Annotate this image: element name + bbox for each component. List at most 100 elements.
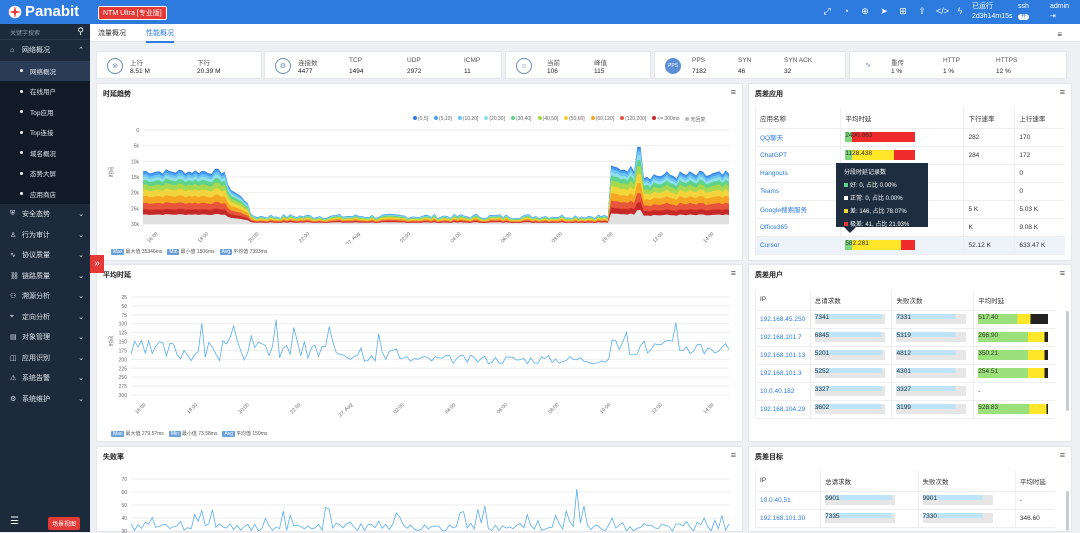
- sidebar-item[interactable]: ⛓ 链路质量 ⌄: [0, 266, 90, 287]
- legend-item[interactable]: (40,50]: [537, 116, 558, 123]
- app-link[interactable]: Teams: [760, 188, 779, 195]
- request-cell: 3327: [809, 382, 892, 401]
- object-icon: ▤: [10, 334, 17, 342]
- panel-menu-icon[interactable]: ≡: [1060, 450, 1065, 460]
- table-row[interactable]: 192.168.101.3 5252 4301 254.51: [755, 364, 1055, 383]
- app-link[interactable]: Google搜索服务: [760, 207, 807, 214]
- scene-view-button[interactable]: 场景视图: [48, 517, 81, 530]
- app-link[interactable]: Hangouts: [760, 170, 788, 177]
- table-row[interactable]: 10.0.40.51 9901 9901 -: [754, 491, 1055, 510]
- legend-item[interactable]: (50,60]: [564, 116, 585, 123]
- panel-menu-icon[interactable]: ≡: [731, 87, 736, 97]
- request-value: 3327: [896, 386, 911, 393]
- scrollbar[interactable]: [1066, 311, 1069, 411]
- ip-link[interactable]: 192.168.101.7: [760, 334, 802, 341]
- logout-icon[interactable]: ⇥: [1050, 12, 1069, 22]
- table-row[interactable]: 192.168.45.250 7341 7331 517.40: [755, 310, 1055, 329]
- download-rate: K: [963, 218, 1015, 237]
- table-row[interactable]: Cursor 582.281 52.12 K 633.47 K: [754, 236, 1065, 255]
- panel-menu-icon[interactable]: ≡: [731, 450, 736, 460]
- download-rate: 5 K: [963, 200, 1015, 219]
- latency-value: 528.83: [978, 404, 999, 411]
- sidebar-subitem[interactable]: 域名概况: [0, 142, 90, 163]
- sidebar-subitem[interactable]: 在线用户: [0, 81, 90, 102]
- ssh-toggle[interactable]: ssh 开: [1018, 2, 1030, 22]
- ip-link[interactable]: 10.0.40.51: [760, 497, 791, 504]
- table-row[interactable]: QQ聊天 2490.863 282 170: [754, 128, 1065, 147]
- ssh-badge[interactable]: 开: [1018, 14, 1030, 20]
- flash-icon[interactable]: ϟ: [955, 6, 965, 16]
- sidebar-item[interactable]: ∿ 协议质量 ⌄: [0, 245, 90, 266]
- brand-logo[interactable]: Panabit: [8, 3, 79, 20]
- menu-toggle-icon[interactable]: ☰: [10, 516, 19, 527]
- tab-traffic[interactable]: 流量概况: [98, 28, 126, 38]
- search-input[interactable]: 关键字搜索: [10, 31, 40, 37]
- legend-item[interactable]: <= 300ms: [652, 116, 679, 123]
- legend-item[interactable]: (30,40]: [510, 116, 532, 123]
- app-link[interactable]: ChatGPT: [760, 152, 787, 159]
- sidebar-item[interactable]: ⚙ 系统维护 ⌄: [0, 389, 90, 410]
- fail-rate-line[interactable]: [130, 488, 730, 532]
- legend-item[interactable]: 无回复: [685, 116, 705, 123]
- sidebar-item[interactable]: ◫ 应用识别 ⌄: [0, 348, 90, 369]
- tab-performance[interactable]: 性能概况: [146, 28, 174, 43]
- sort-icon[interactable]: ≡: [1057, 30, 1062, 39]
- legend-item[interactable]: (0,5]: [413, 116, 428, 123]
- upload-icon[interactable]: ⇧: [917, 6, 927, 16]
- dashboard-icon[interactable]: ◔: [841, 6, 851, 16]
- legend-item[interactable]: (20,30]: [484, 116, 505, 123]
- app-link[interactable]: Cursor: [760, 242, 780, 249]
- panel-menu-icon[interactable]: ≡: [731, 268, 736, 278]
- sidebar-subitem[interactable]: Top应用: [0, 101, 90, 122]
- admin-menu[interactable]: admin ⇥: [1050, 2, 1069, 22]
- ip-link[interactable]: 192.168.104.29: [760, 406, 805, 413]
- table-row[interactable]: 192.168.101.7 6845 5319 266.90: [755, 328, 1055, 347]
- sidebar-item-label: 应用识别: [22, 354, 50, 362]
- table-row[interactable]: 10.0.40.182 3327 3327 -: [755, 382, 1055, 401]
- sidebar-subitem[interactable]: 应用商店: [0, 183, 90, 204]
- code-icon[interactable]: </>: [936, 6, 949, 16]
- sidebar-item[interactable]: ⚠ 系统告警 ⌄: [0, 368, 90, 389]
- send-icon[interactable]: ➤: [879, 6, 889, 16]
- sidebar-item[interactable]: ⌖ 定向分析 ⌄: [0, 307, 90, 328]
- legend-dot: [434, 116, 439, 120]
- request-value: 3327: [814, 386, 830, 393]
- stat-text: 平均值 7393ms: [233, 249, 268, 255]
- ssh-label: ssh: [1018, 3, 1029, 10]
- sidebar-item[interactable]: ⌂ 网络概况 ⌃: [0, 40, 90, 61]
- ip-link[interactable]: 192.168.101.13: [760, 352, 805, 359]
- search-icon[interactable]: ⚲: [77, 26, 84, 37]
- panel-menu-icon[interactable]: ≡: [1060, 268, 1065, 278]
- y-tick-label: 175: [119, 348, 128, 354]
- app-link[interactable]: Office365: [760, 224, 788, 231]
- app-link[interactable]: QQ聊天: [760, 135, 783, 142]
- table-row[interactable]: 192.168.104.29 3602 3199 528.83: [755, 400, 1055, 419]
- sidebar-subitem[interactable]: 网络概况: [0, 60, 90, 81]
- legend-item[interactable]: (5,10]: [434, 116, 452, 123]
- ip-link[interactable]: 192.168.101.30: [760, 515, 805, 522]
- panel-menu-icon[interactable]: ≡: [1060, 87, 1065, 97]
- sidebar-subitem[interactable]: Top连接: [0, 122, 90, 143]
- legend-item[interactable]: (120,200]: [620, 116, 646, 123]
- sidebar-item[interactable]: ♙ 行为审计 ⌄: [0, 225, 90, 246]
- sidebar-item[interactable]: ⛨ 安全态势 ⌄: [0, 204, 90, 225]
- ip-link[interactable]: 192.168.101.3: [760, 370, 802, 377]
- table-row[interactable]: 192.168.101.13 5201 4812 350.21: [755, 346, 1055, 365]
- table-row[interactable]: ChatGPT 1128.438 284 172: [754, 146, 1065, 165]
- fullscreen-icon[interactable]: ⤢: [822, 6, 832, 16]
- legend-item[interactable]: (10,20]: [457, 116, 478, 123]
- legend-item[interactable]: (60,120]: [590, 116, 614, 123]
- collapse-sidebar-button[interactable]: »: [90, 255, 104, 273]
- sidebar-search[interactable]: 关键字搜索 ⚲: [0, 24, 90, 40]
- global-icon[interactable]: ⊕: [860, 6, 870, 16]
- sidebar-item[interactable]: ⚇ 溯源分析 ⌄: [0, 286, 90, 307]
- x-tick-label: 10:00: [599, 402, 612, 415]
- stat-text: 最小值 73.58ms: [181, 431, 218, 437]
- grid-icon[interactable]: ⊞: [898, 6, 908, 16]
- scrollbar[interactable]: [1066, 491, 1069, 531]
- ip-link[interactable]: 192.168.45.250: [760, 316, 805, 323]
- sidebar-item[interactable]: ▤ 对象管理 ⌄: [0, 327, 90, 348]
- sidebar-subitem[interactable]: 态势大屏: [0, 163, 90, 184]
- table-row[interactable]: 192.168.101.30 7335 7330 346.60: [754, 509, 1055, 528]
- ip-link[interactable]: 10.0.40.182: [760, 388, 794, 395]
